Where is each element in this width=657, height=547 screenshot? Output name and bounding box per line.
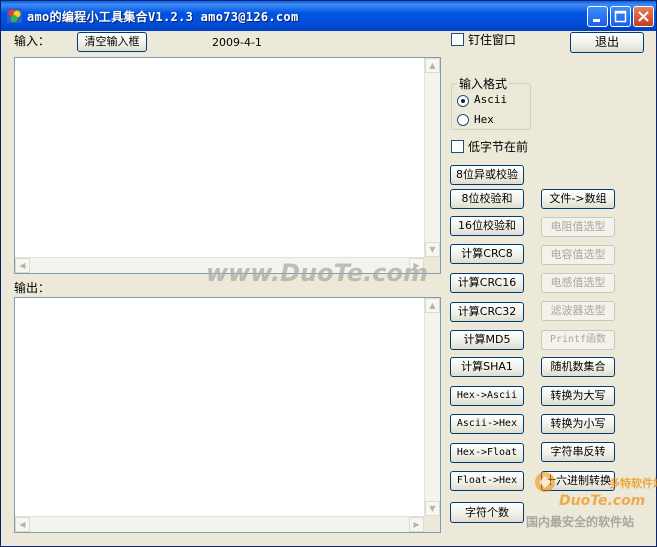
output-horizontal-scrollbar[interactable]: ◀ ▶	[15, 516, 424, 532]
watermark-brand: DuoTe.com	[559, 493, 646, 509]
title-bar[interactable]: amo的编程小工具集合V1.2.3 amo73@126.com	[1, 1, 656, 31]
minimize-icon	[593, 19, 600, 22]
radio-hex-label[interactable]: Hex	[474, 113, 494, 126]
scroll-down-icon[interactable]: ▼	[425, 501, 440, 516]
scroll-left-icon[interactable]: ◀	[15, 258, 30, 273]
crc8-button[interactable]: 计算CRC8	[450, 244, 524, 264]
maximize-icon	[614, 10, 627, 23]
scroll-left-icon[interactable]: ◀	[15, 517, 30, 532]
low-byte-first-label[interactable]: 低字节在前	[468, 138, 528, 155]
input-label: 输入：	[14, 34, 51, 48]
minimize-button[interactable]	[587, 6, 608, 27]
scroll-up-icon[interactable]: ▲	[425, 298, 440, 313]
output-textarea[interactable]: ▲ ▼ ◀ ▶	[14, 297, 441, 533]
to-uppercase-button[interactable]: 转换为大写	[541, 386, 615, 406]
crc16-button[interactable]: 计算CRC16	[450, 273, 524, 293]
radio-ascii-label[interactable]: Ascii	[474, 93, 507, 106]
scroll-up-icon[interactable]: ▲	[425, 58, 440, 73]
watermark-slogan: 国内最安全的软件站	[526, 515, 635, 529]
radio-selected-dot	[461, 99, 465, 103]
random-set-button[interactable]: 随机数集合	[541, 357, 615, 377]
scroll-down-icon[interactable]: ▼	[425, 242, 440, 257]
input-vertical-scrollbar[interactable]: ▲ ▼	[424, 58, 440, 257]
app-icon	[7, 8, 22, 23]
input-textarea[interactable]: ▲ ▼ ◀ ▶	[14, 57, 441, 274]
capacitor-select-button: 电容值选型	[541, 245, 615, 265]
file-to-array-button[interactable]: 文件->数组	[541, 189, 615, 209]
close-icon	[638, 11, 649, 22]
to-lowercase-button[interactable]: 转换为小写	[541, 414, 615, 434]
ascii-to-hex-button[interactable]: Ascii->Hex	[450, 414, 524, 434]
char-count-button[interactable]: 字符个数	[450, 502, 524, 523]
printf-function-button: Printf函数	[541, 330, 615, 350]
scrollbar-corner	[424, 516, 440, 532]
output-label: 输出：	[14, 281, 51, 295]
string-reverse-button[interactable]: 字符串反转	[541, 442, 615, 462]
low-byte-first-checkbox[interactable]	[451, 140, 464, 153]
output-vertical-scrollbar[interactable]: ▲ ▼	[424, 298, 440, 516]
watermark-center: www.DuoTe.com	[206, 259, 428, 287]
clear-input-button[interactable]: 清空输入框	[77, 32, 147, 52]
inductor-select-button: 电感值选型	[541, 273, 615, 293]
window-title: amo的编程小工具集合V1.2.3 amo73@126.com	[27, 10, 299, 24]
resistor-select-button: 电阻值选型	[541, 217, 615, 237]
xor-checksum-button[interactable]: 8位异或校验	[450, 165, 524, 185]
checksum16-button[interactable]: 16位校验和	[450, 216, 524, 236]
scroll-right-icon[interactable]: ▶	[409, 517, 424, 532]
maximize-button[interactable]	[610, 6, 631, 27]
exit-button[interactable]: 退出	[570, 32, 644, 53]
filter-select-button: 滤波器选型	[541, 301, 615, 321]
crc32-button[interactable]: 计算CRC32	[450, 302, 524, 322]
brand-logo-icon	[535, 472, 555, 492]
watermark-tag: 多特软件站	[609, 477, 657, 490]
input-format-title: 输入格式	[457, 75, 510, 92]
app-window: amo的编程小工具集合V1.2.3 amo73@126.com 输入： 清空输入…	[0, 0, 657, 547]
close-button[interactable]	[633, 6, 654, 27]
checksum8-button[interactable]: 8位校验和	[450, 189, 524, 209]
float-to-hex-button[interactable]: Float->Hex	[450, 471, 524, 491]
sha1-button[interactable]: 计算SHA1	[450, 357, 524, 377]
hex-to-float-button[interactable]: Hex->Float	[450, 443, 524, 463]
md5-button[interactable]: 计算MD5	[450, 330, 524, 350]
pin-window-checkbox[interactable]	[451, 33, 464, 46]
radio-ascii[interactable]	[457, 95, 469, 107]
pin-window-label[interactable]: 钉住窗口	[468, 31, 516, 48]
radio-hex[interactable]	[457, 114, 469, 126]
hex-to-ascii-button[interactable]: Hex->Ascii	[450, 386, 524, 406]
build-date: 2009-4-1	[212, 36, 262, 49]
